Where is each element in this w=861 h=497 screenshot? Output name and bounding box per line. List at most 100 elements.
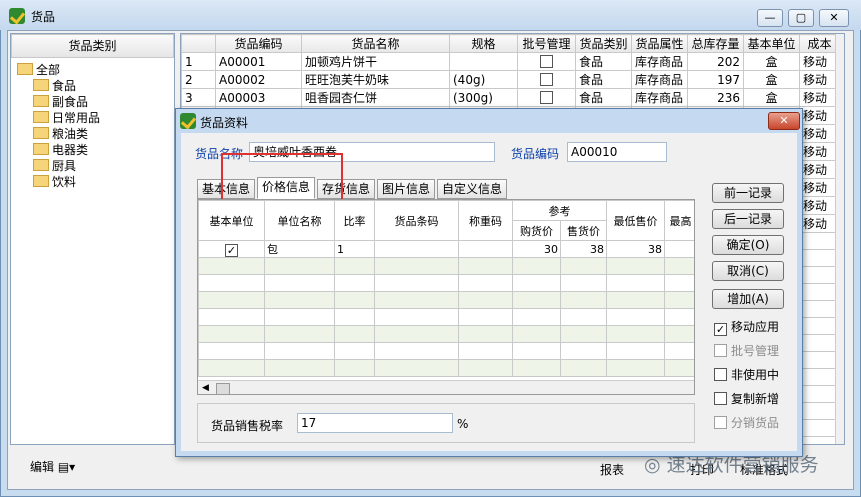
price-cell[interactable] xyxy=(560,325,607,343)
price-cell[interactable] xyxy=(374,308,459,326)
tree-item-root[interactable]: 全部 xyxy=(17,62,60,78)
grid-cell[interactable] xyxy=(449,52,518,71)
price-cell[interactable] xyxy=(334,291,375,309)
tab-image-info[interactable]: 图片信息 xyxy=(377,179,436,199)
price-cell[interactable] xyxy=(374,257,459,275)
grid-cell[interactable]: 197 xyxy=(687,70,744,89)
price-cell[interactable] xyxy=(374,325,459,343)
grid-cell[interactable]: (300g) xyxy=(449,88,518,107)
grid-col-header[interactable]: 批号管理 xyxy=(517,34,576,53)
goods-code-input[interactable]: A00010 xyxy=(567,142,667,162)
price-cell[interactable] xyxy=(606,325,665,343)
price-cell[interactable] xyxy=(606,342,665,360)
price-empty-row[interactable] xyxy=(198,291,694,309)
tree-item-2[interactable]: 日常用品 xyxy=(33,110,100,126)
batch-checkbox-cell[interactable] xyxy=(517,88,576,107)
price-cell[interactable] xyxy=(374,342,459,360)
grid-col-header[interactable]: 货品类别 xyxy=(575,34,632,53)
grid-cell[interactable]: 2 xyxy=(181,70,216,89)
price-cell[interactable] xyxy=(334,342,375,360)
price-cell[interactable] xyxy=(664,359,694,377)
tax-input[interactable]: 17 xyxy=(297,413,453,433)
add-button[interactable]: 增加(A) xyxy=(712,289,784,309)
price-cell[interactable] xyxy=(264,342,335,360)
grid-cell[interactable]: 1 xyxy=(181,52,216,71)
price-cell[interactable] xyxy=(198,359,265,377)
price-cell[interactable] xyxy=(458,342,513,360)
grid-cell[interactable]: 移动 xyxy=(799,88,840,107)
option-checkbox-2[interactable]: 非使用中 xyxy=(714,367,779,383)
grid-cell[interactable]: A00003 xyxy=(215,88,302,107)
grid-col-header[interactable] xyxy=(181,34,216,53)
price-cell[interactable] xyxy=(374,274,459,292)
price-cell[interactable] xyxy=(374,359,459,377)
batch-checkbox[interactable] xyxy=(540,54,553,68)
maximize-button[interactable]: ▢ xyxy=(788,9,814,27)
checkbox-icon[interactable] xyxy=(714,323,727,336)
price-empty-row[interactable] xyxy=(198,308,694,326)
grid-cell[interactable]: 移动 xyxy=(799,196,840,215)
price-cell[interactable] xyxy=(664,274,694,292)
option-checkbox-3[interactable]: 复制新增 xyxy=(714,391,779,407)
price-row[interactable]: 包 1 30 38 38 xyxy=(198,240,694,258)
grid-cell[interactable]: 3 xyxy=(181,88,216,107)
cancel-button[interactable]: 取消(C) xyxy=(712,261,784,281)
price-cell[interactable] xyxy=(512,325,561,343)
price-cell[interactable] xyxy=(606,257,665,275)
price-cell[interactable] xyxy=(198,325,265,343)
price-cell[interactable] xyxy=(264,257,335,275)
min-price-cell[interactable]: 38 xyxy=(606,240,665,258)
grid-row[interactable]: 1 A00001 加顿鸡片饼干 食品 库存商品 202 盒移动 xyxy=(181,52,840,71)
grid-col-header[interactable]: 货品属性 xyxy=(631,34,688,53)
price-cell[interactable] xyxy=(664,291,694,309)
scroll-left-icon[interactable]: ◀ xyxy=(202,383,209,393)
grid-row[interactable]: 2 A00002 旺旺泡芙牛奶味 (40g) 食品 库存商品 197 盒移动 xyxy=(181,70,840,89)
price-cell[interactable] xyxy=(512,274,561,292)
price-cell[interactable] xyxy=(334,274,375,292)
grid-cell[interactable]: 移动 xyxy=(799,124,840,143)
base-unit-checkbox[interactable] xyxy=(225,243,238,257)
price-cell[interactable] xyxy=(512,342,561,360)
price-cell[interactable] xyxy=(458,325,513,343)
grid-cell[interactable]: (40g) xyxy=(449,70,518,89)
grid-cell[interactable]: 盒 xyxy=(743,88,800,107)
price-cell[interactable] xyxy=(334,257,375,275)
grid-cell[interactable]: 库存商品 xyxy=(631,88,688,107)
checkbox-icon[interactable] xyxy=(714,368,727,381)
price-cell[interactable] xyxy=(264,274,335,292)
price-cell[interactable] xyxy=(560,291,607,309)
price-cell[interactable] xyxy=(664,325,694,343)
grid-col-header[interactable]: 成本 xyxy=(799,34,840,53)
grid-cell[interactable]: A00002 xyxy=(215,70,302,89)
sale-price-cell[interactable]: 38 xyxy=(560,240,607,258)
ok-button[interactable]: 确定(O) xyxy=(712,235,784,255)
grid-col-header[interactable]: 总库存量 xyxy=(687,34,744,53)
price-empty-row[interactable] xyxy=(198,274,694,292)
tree-item-5[interactable]: 厨具 xyxy=(33,158,76,174)
grid-cell[interactable]: 旺旺泡芙牛奶味 xyxy=(301,70,450,89)
price-cell[interactable] xyxy=(198,342,265,360)
price-cell[interactable] xyxy=(512,291,561,309)
price-cell[interactable] xyxy=(560,257,607,275)
batch-checkbox-cell[interactable] xyxy=(517,70,576,89)
next-record-button[interactable]: 后一记录 xyxy=(712,209,784,229)
price-cell[interactable] xyxy=(560,308,607,326)
price-horizontal-scrollbar[interactable]: ◀ xyxy=(198,380,694,394)
purchase-price-cell[interactable]: 30 xyxy=(512,240,561,258)
price-cell[interactable] xyxy=(198,274,265,292)
price-cell[interactable] xyxy=(374,291,459,309)
price-cell[interactable] xyxy=(264,325,335,343)
grid-col-header[interactable]: 货品编码 xyxy=(215,34,302,53)
price-cell[interactable] xyxy=(512,257,561,275)
price-cell[interactable] xyxy=(606,274,665,292)
tree-item-1[interactable]: 副食品 xyxy=(33,94,88,110)
option-checkbox-0[interactable]: 移动应用 xyxy=(714,319,779,336)
price-cell[interactable] xyxy=(198,291,265,309)
price-cell[interactable] xyxy=(560,359,607,377)
price-cell[interactable] xyxy=(334,359,375,377)
grid-cell[interactable]: 移动 xyxy=(799,70,840,89)
price-cell[interactable] xyxy=(334,308,375,326)
prev-record-button[interactable]: 前一记录 xyxy=(712,183,784,203)
grid-col-header[interactable]: 基本单位 xyxy=(743,34,800,53)
price-cell[interactable] xyxy=(458,359,513,377)
